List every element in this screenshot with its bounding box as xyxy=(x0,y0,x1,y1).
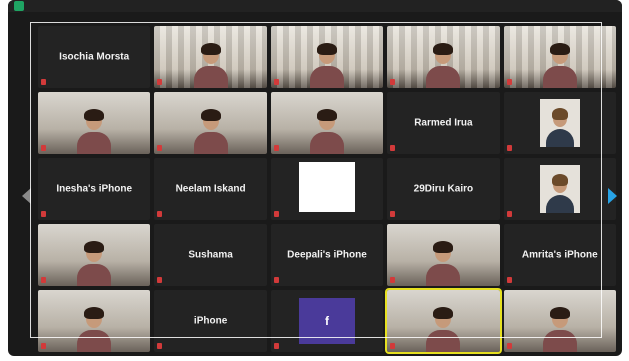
security-shield-icon[interactable] xyxy=(14,1,24,11)
participant-tile[interactable] xyxy=(154,26,267,88)
meeting-window: Isochia Morsta Rarmed Irua Inesha's iPhone… xyxy=(8,0,622,356)
participant-name: Deepali's iPhone xyxy=(287,249,367,261)
participant-tile[interactable]: Sushama xyxy=(154,224,267,286)
participant-tile[interactable] xyxy=(387,26,500,88)
participant-tile[interactable]: iPhone xyxy=(154,290,267,352)
participant-tile[interactable]: Neelam Iskand xyxy=(154,158,267,220)
muted-mic-icon xyxy=(41,145,46,151)
participant-tile[interactable] xyxy=(270,26,384,88)
muted-mic-icon xyxy=(273,343,279,349)
participant-name: Sushama xyxy=(188,249,233,261)
participant-tile[interactable] xyxy=(154,92,267,154)
muted-mic-icon xyxy=(273,277,279,283)
participant-video xyxy=(426,240,461,286)
participant-video xyxy=(77,108,112,154)
participant-name: Isochia Morsta xyxy=(59,51,130,63)
muted-mic-icon xyxy=(390,277,396,283)
muted-mic-icon xyxy=(506,211,512,217)
participant-video xyxy=(539,99,580,147)
participant-video xyxy=(77,306,112,352)
participant-name: Amrita's iPhone xyxy=(521,249,598,261)
muted-mic-icon xyxy=(41,211,46,217)
muted-mic-icon xyxy=(41,79,46,85)
participant-video xyxy=(542,306,577,352)
participant-name: iPhone xyxy=(193,315,228,327)
participant-name: Neelam Iskand xyxy=(175,183,246,195)
participant-video xyxy=(426,306,461,352)
muted-mic-icon xyxy=(390,145,396,151)
participant-grid: Isochia Morsta Rarmed Irua Inesha's iPhone… xyxy=(38,26,616,356)
muted-mic-icon xyxy=(390,211,396,217)
participant-tile[interactable] xyxy=(270,158,384,220)
participant-avatar: f xyxy=(298,298,355,344)
participant-video xyxy=(426,42,461,88)
participant-video xyxy=(77,240,112,286)
muted-mic-icon xyxy=(273,211,279,217)
participant-video xyxy=(193,42,228,88)
participant-tile[interactable]: Deepali's iPhone xyxy=(270,224,384,286)
participant-tile[interactable] xyxy=(503,92,616,154)
muted-mic-icon xyxy=(506,343,512,349)
muted-mic-icon xyxy=(506,277,512,283)
participant-tile[interactable]: Amrita's iPhone xyxy=(503,224,616,286)
muted-mic-icon xyxy=(506,79,512,85)
participant-tile[interactable] xyxy=(503,158,616,220)
muted-mic-icon xyxy=(157,343,163,349)
participant-tile[interactable] xyxy=(38,224,151,286)
participant-video xyxy=(309,42,344,88)
participant-video xyxy=(542,42,577,88)
participant-tile[interactable]: Isochia Morsta xyxy=(38,26,151,88)
participant-video xyxy=(539,165,580,213)
participant-tile[interactable]: Rarmed Irua xyxy=(387,92,500,154)
muted-mic-icon xyxy=(157,145,163,151)
participant-video xyxy=(193,108,228,154)
meeting-topbar xyxy=(8,0,622,12)
participant-tile[interactable] xyxy=(387,224,500,286)
participant-name: 29Diru Kairo xyxy=(413,183,474,195)
next-page-arrow-icon[interactable] xyxy=(608,188,617,204)
participant-tile[interactable]: 29Diru Kairo xyxy=(387,158,500,220)
participant-tile[interactable] xyxy=(503,26,616,88)
muted-mic-icon xyxy=(390,343,396,349)
muted-mic-icon xyxy=(157,79,163,85)
muted-mic-icon xyxy=(41,277,46,283)
participant-name: Rarmed Irua xyxy=(414,117,473,129)
muted-mic-icon xyxy=(273,145,279,151)
muted-mic-icon xyxy=(390,79,396,85)
previous-page-arrow-icon[interactable] xyxy=(22,188,31,204)
muted-mic-icon xyxy=(41,343,46,349)
participant-tile[interactable] xyxy=(38,290,151,352)
muted-mic-icon xyxy=(157,211,163,217)
participant-video xyxy=(309,108,344,154)
muted-mic-icon xyxy=(273,79,279,85)
participant-tile[interactable] xyxy=(270,92,384,154)
muted-mic-icon xyxy=(506,145,512,151)
participant-tile[interactable] xyxy=(385,288,502,354)
participant-tile[interactable]: Inesha's iPhone xyxy=(38,158,151,220)
muted-mic-icon xyxy=(157,277,163,283)
participant-tile[interactable] xyxy=(38,92,151,154)
participant-tile[interactable]: f xyxy=(270,290,384,352)
participant-name: Inesha's iPhone xyxy=(56,183,133,195)
participant-tile[interactable] xyxy=(503,290,616,352)
participant-video xyxy=(298,162,355,212)
